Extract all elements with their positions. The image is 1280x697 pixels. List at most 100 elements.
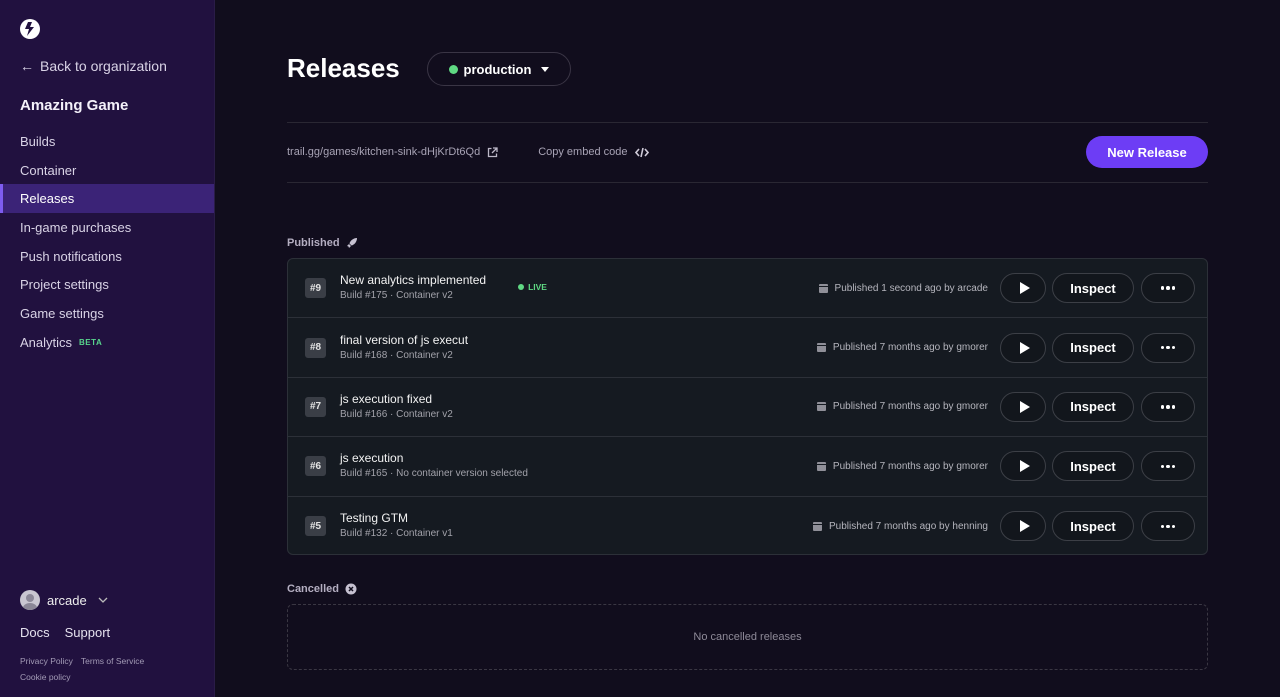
page-title: Releases — [287, 53, 400, 83]
beta-badge: BETA — [79, 337, 103, 347]
embed-label: Copy embed code — [538, 146, 628, 158]
play-icon — [1019, 460, 1030, 473]
back-to-organization-link[interactable]: ← Back to organization — [20, 58, 167, 74]
more-options-button[interactable] — [1141, 451, 1195, 482]
nav-label: Releases — [20, 191, 75, 207]
terms-of-service-link[interactable]: Terms of Service — [81, 656, 144, 666]
caret-down-icon — [541, 66, 550, 72]
back-link-label: Back to organization — [40, 58, 167, 74]
release-row: #7 js execution fixed Build #166 · Conta… — [288, 378, 1207, 438]
sidebar-item-analytics[interactable]: Analytics BETA — [0, 328, 214, 357]
more-dots-icon — [1160, 286, 1176, 290]
calendar-icon — [812, 521, 822, 531]
play-icon — [1019, 282, 1030, 295]
game-url-link[interactable]: trail.gg/games/kitchen-sink-dHjKrDt6Qd — [287, 146, 498, 158]
more-dots-icon — [1160, 524, 1176, 528]
published-text: Published 7 months ago by gmorer — [832, 342, 988, 354]
sidebar-item-builds[interactable]: Builds — [0, 127, 214, 156]
more-dots-icon — [1160, 345, 1176, 350]
legal-links: Privacy Policy Terms of Service Cookie po… — [20, 653, 152, 685]
published-info: Published 7 months ago by gmorer — [816, 461, 988, 472]
sidebar-item-in-game-purchases[interactable]: In-game purchases — [0, 213, 214, 242]
cancelled-label: Cancelled — [287, 583, 339, 595]
inspect-button[interactable]: Inspect — [1052, 511, 1134, 542]
inspect-button[interactable]: Inspect — [1052, 332, 1134, 363]
calendar-icon — [816, 402, 826, 412]
release-info: js execution Build #165 · No container v… — [340, 451, 528, 481]
inspect-button[interactable]: Inspect — [1052, 273, 1134, 304]
release-name: js execution — [340, 451, 404, 466]
new-release-button[interactable]: New Release — [1086, 136, 1208, 168]
play-button[interactable] — [1000, 511, 1046, 542]
status-dot-icon — [448, 64, 458, 74]
release-name: New analytics implemented — [340, 273, 487, 288]
nav-label: Builds — [20, 133, 56, 149]
sidebar-item-container[interactable]: Container — [0, 156, 214, 185]
code-icon — [635, 147, 650, 157]
divider — [287, 182, 1208, 183]
empty-state-text: No cancelled releases — [693, 631, 802, 643]
play-button[interactable] — [1000, 451, 1046, 482]
release-info: final version of js execut Build #168 · … — [340, 333, 468, 363]
release-info: js execution fixed Build #166 · Containe… — [340, 392, 453, 422]
cookie-policy-link[interactable]: Cookie policy — [20, 672, 71, 682]
play-icon — [1019, 400, 1030, 413]
cancelled-empty-state: No cancelled releases — [287, 604, 1208, 670]
trail-logo-icon[interactable] — [19, 18, 41, 40]
live-label: LIVE — [528, 282, 547, 293]
divider — [287, 122, 1208, 123]
published-info: Published 7 months ago by gmorer — [816, 342, 988, 354]
copy-embed-code-button[interactable]: Copy embed code — [538, 146, 650, 158]
calendar-icon — [818, 283, 828, 293]
privacy-policy-link[interactable]: Privacy Policy — [20, 656, 73, 666]
nav-label: In-game purchases — [20, 219, 132, 235]
sidebar-item-game-settings[interactable]: Game settings — [0, 299, 214, 328]
avatar — [20, 590, 40, 610]
more-options-button[interactable] — [1141, 332, 1195, 363]
more-dots-icon — [1160, 405, 1176, 409]
sidebar: ← Back to organization Amazing Game Buil… — [0, 0, 215, 697]
published-releases-list: #9 New analytics implemented Build #175 … — [287, 258, 1208, 555]
cancelled-section-label: Cancelled — [287, 583, 357, 595]
release-name: final version of js execut — [340, 332, 469, 347]
play-icon — [1019, 520, 1030, 533]
sidebar-nav: Builds Container Releases In-game purcha… — [0, 127, 214, 357]
help-links: Docs Support — [20, 625, 110, 640]
release-row: #5 Testing GTM Build #132 · Container v1… — [288, 497, 1207, 554]
release-name: js execution fixed — [340, 391, 433, 406]
inspect-button[interactable]: Inspect — [1052, 391, 1134, 422]
release-name: Testing GTM — [340, 511, 409, 526]
docs-link[interactable]: Docs — [20, 625, 50, 640]
play-button[interactable] — [1000, 391, 1046, 422]
nav-label: Push notifications — [20, 248, 122, 264]
play-button[interactable] — [1000, 273, 1046, 304]
external-link-icon — [488, 146, 498, 157]
published-text: Published 7 months ago by gmorer — [832, 401, 988, 413]
more-options-button[interactable] — [1141, 511, 1195, 542]
close-circle-icon — [345, 583, 357, 595]
release-row: #9 New analytics implemented Build #175 … — [288, 259, 1207, 319]
project-title: Amazing Game — [20, 97, 129, 114]
play-icon — [1019, 341, 1030, 354]
release-build-info: Build #175 · Container v2 — [340, 290, 453, 302]
sidebar-item-releases[interactable]: Releases — [0, 184, 214, 214]
more-options-button[interactable] — [1141, 273, 1195, 304]
arrow-left-icon: ← — [20, 58, 34, 74]
published-label: Published — [287, 237, 340, 249]
environment-select[interactable]: production — [427, 52, 571, 86]
release-number-badge: #8 — [305, 337, 326, 358]
release-row: #8 final version of js execut Build #168… — [288, 318, 1207, 378]
sidebar-item-project-settings[interactable]: Project settings — [0, 270, 214, 299]
more-options-button[interactable] — [1141, 391, 1195, 422]
support-link[interactable]: Support — [65, 625, 111, 640]
username: arcade — [47, 592, 87, 608]
published-info: Published 1 second ago by arcade — [818, 283, 988, 294]
release-number-badge: #5 — [305, 516, 326, 537]
inspect-button[interactable]: Inspect — [1052, 451, 1134, 482]
user-menu[interactable]: arcade — [20, 590, 108, 610]
rocket-icon — [346, 238, 357, 248]
play-button[interactable] — [1000, 332, 1046, 363]
nav-label: Analytics — [20, 334, 73, 350]
sidebar-item-push-notifications[interactable]: Push notifications — [0, 242, 214, 271]
published-text: Published 7 months ago by henning — [828, 520, 988, 532]
